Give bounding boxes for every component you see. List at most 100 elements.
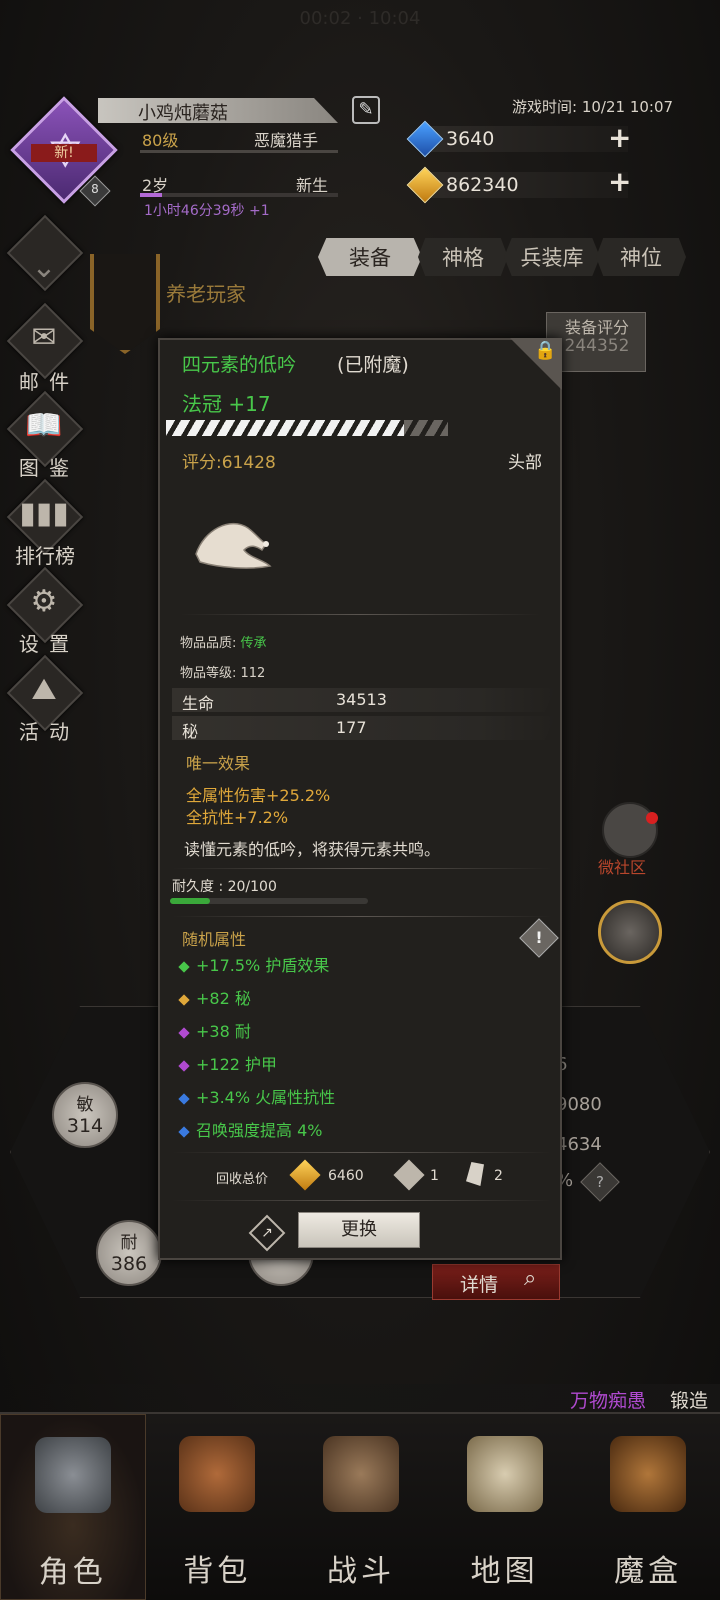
divider — [172, 1200, 552, 1201]
gold-count: 862340 — [446, 174, 519, 196]
nav-character-label: 角色 — [38, 1555, 107, 1590]
nav-map-label: 地图 — [470, 1554, 539, 1589]
tab-bar: 装备 神格 兵装库 神位 — [318, 238, 690, 278]
add-gems-button[interactable]: + — [608, 124, 631, 152]
unique-effect-line: 全属性伤害+25.2% — [186, 786, 331, 805]
age-timer: 1小时46分39秒 +1 — [144, 203, 270, 219]
sword-shield-icon — [322, 1436, 399, 1512]
scroll-map-icon — [466, 1436, 543, 1512]
community-button[interactable] — [602, 802, 658, 858]
item-type: 法冠 +17 — [182, 392, 271, 416]
nav-magic-box-label: 魔盒 — [614, 1554, 683, 1589]
book-icon: 📖 — [25, 408, 63, 443]
diamond-bullet-icon — [178, 994, 190, 1006]
crest-icon[interactable] — [598, 900, 662, 964]
age-progress-fill — [140, 193, 162, 197]
right-stat-3: 4634 — [556, 1134, 602, 1155]
enhance-stripe-remaining — [404, 420, 448, 436]
announcement-text: 锻造 — [670, 1390, 709, 1412]
attr-agility-value: 314 — [66, 1115, 104, 1137]
replace-button[interactable]: 更换 — [298, 1212, 420, 1248]
player-title: 养老玩家 — [166, 282, 246, 306]
ranking-icon: ▮▮▮ — [19, 496, 69, 531]
exclamation-icon: ! — [535, 928, 543, 947]
nav-character[interactable]: 角色 — [0, 1414, 146, 1600]
event-label: 活 动 — [18, 720, 72, 744]
new-badge: 新! — [31, 144, 97, 162]
backpack-icon — [179, 1436, 256, 1512]
random-attr-line: +122 护甲 — [178, 1051, 277, 1075]
recycle-label: 回收总价 — [216, 1172, 269, 1187]
magic-box-icon — [610, 1436, 687, 1512]
player-level: 80级 — [142, 131, 179, 150]
item-name: 四元素的低吟 — [182, 354, 297, 376]
unique-effect-header: 唯一效果 — [186, 754, 251, 773]
add-gold-button[interactable]: + — [608, 168, 631, 196]
divider — [172, 916, 552, 917]
helmet-icon — [34, 1437, 111, 1513]
search-icon: ⌕ — [524, 1266, 537, 1291]
share-icon: ↗ — [261, 1225, 273, 1241]
durability-label: 耐久度 : 20/100 — [172, 879, 277, 895]
diamond-bullet-icon — [178, 1093, 190, 1105]
wizard-hat-icon — [195, 522, 272, 569]
item-enchant-status: (已附魔) — [337, 354, 409, 376]
item-slot: 头部 — [508, 453, 542, 473]
tab-armory[interactable]: 兵装库 — [504, 238, 600, 276]
chevron-down-icon: ⌄ — [31, 250, 57, 285]
item-quality-value: 传承 — [240, 636, 267, 651]
player-class: 恶魔猎手 — [254, 131, 319, 150]
tab-god-seat[interactable]: 神位 — [596, 238, 686, 276]
codex-label: 图 鉴 — [18, 456, 72, 480]
edit-icon[interactable]: ✎ — [352, 96, 380, 124]
recycle-gold: 6460 — [328, 1168, 364, 1184]
recycle-material-1: 1 — [430, 1168, 439, 1184]
random-attr-line: +3.4% 火属性抗性 — [178, 1084, 335, 1108]
mail-icon: ✉ — [31, 320, 57, 355]
tab-equipment[interactable]: 装备 — [318, 238, 422, 276]
divider — [180, 614, 540, 615]
community-label: 微社区 — [598, 858, 647, 877]
item-quality: 物品品质: 传承 — [180, 632, 267, 651]
gem-count: 3640 — [446, 128, 495, 150]
nav-map[interactable]: 地图 — [433, 1414, 577, 1600]
random-attr-line: +38 耐 — [178, 1018, 251, 1042]
game-time: 游戏时间: 10/21 10:07 — [512, 98, 674, 116]
notification-dot — [646, 812, 658, 824]
item-level: 物品等级: 112 — [180, 666, 266, 681]
diamond-bullet-icon — [178, 1027, 190, 1039]
nav-backpack-label: 背包 — [183, 1554, 252, 1589]
item-score: 评分:61428 — [182, 453, 276, 473]
stat-name-arcane: 秘 — [182, 722, 199, 741]
diamond-bullet-icon — [178, 961, 190, 973]
stat-name-hp: 生命 — [182, 694, 215, 713]
question-icon: ? — [596, 1173, 604, 1191]
random-attr-line: 召唤强度提高 4% — [178, 1117, 322, 1141]
gear-icon: ⚙ — [30, 584, 58, 619]
ranking-label: 排行榜 — [15, 544, 75, 568]
diamond-bullet-icon — [178, 1060, 190, 1072]
event-icon: ⛰ — [31, 672, 57, 707]
stat-value-arcane: 177 — [336, 718, 367, 737]
divider — [172, 868, 552, 869]
tab-divinity[interactable]: 神格 — [418, 238, 508, 276]
nav-magic-box[interactable]: 魔盒 — [576, 1414, 720, 1600]
attr-agility-name: 敏 — [76, 1095, 94, 1115]
nav-backpack[interactable]: 背包 — [146, 1414, 290, 1600]
detail-label: 详情 — [460, 1274, 499, 1296]
equip-score-value: 244352 — [564, 336, 630, 356]
stat-value-hp: 34513 — [336, 690, 387, 709]
attr-stamina[interactable]: 耐 386 — [96, 1220, 162, 1286]
nav-battle[interactable]: 战斗 — [289, 1414, 433, 1600]
recycle-material-2: 2 — [494, 1168, 503, 1184]
lock-icon: 🔒 — [534, 340, 557, 361]
attr-agility[interactable]: 敏 314 — [52, 1082, 118, 1148]
status-clock: 00:02 · 10:04 — [299, 8, 421, 29]
unique-effect-line: 全抗性+7.2% — [186, 808, 289, 827]
age-progress-bar — [140, 193, 338, 197]
rank-number: 8 — [91, 182, 99, 196]
bottom-nav: 角色 背包 战斗 地图 魔盒 — [0, 1412, 720, 1600]
attr-stamina-name: 耐 — [120, 1233, 138, 1253]
divider — [172, 1152, 552, 1153]
settings-label: 设 置 — [18, 632, 72, 656]
